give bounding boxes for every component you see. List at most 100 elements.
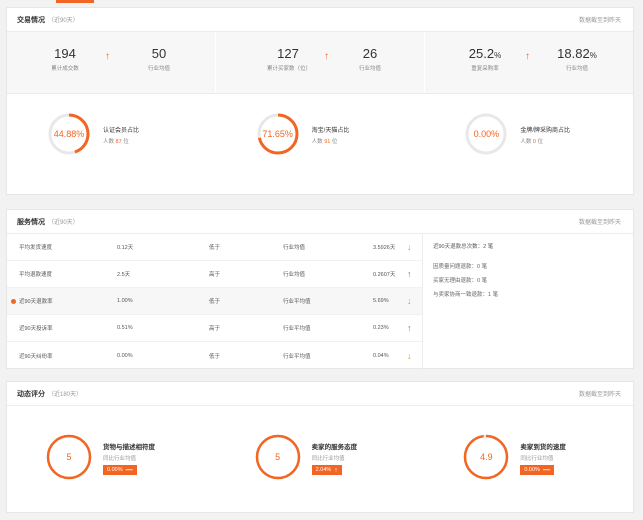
score-sub: 同比行业均值 bbox=[520, 456, 554, 462]
trade-rings: 44.88% 认证会员占比 人数 87 位 71.65% 淘宝/天猫占比 人数 … bbox=[7, 94, 633, 190]
row-ref-value: 0.04% bbox=[373, 352, 389, 359]
table-row: 平均退款速度 2.5天 高于 行业均值 0.2607天 ↑ bbox=[7, 261, 422, 288]
stat-compare-unit: % bbox=[589, 51, 597, 60]
row-value: 0.00% bbox=[117, 352, 133, 359]
ring-title: 淘宝/天猫占比 bbox=[311, 128, 350, 134]
ring-sub-prefix: 人数 bbox=[103, 139, 115, 145]
rating-scores: 5 货物与描述相符度 同比行业均值 0.00% — 5 卖家的服务态度 同比行业均… bbox=[7, 406, 633, 512]
row-ref: 行业平均值 bbox=[283, 299, 311, 305]
arrow-up-icon: ↑ bbox=[407, 269, 412, 279]
table-row: 平均发货速度 0.12天 低于 行业均值 3.5926天 ↓ bbox=[7, 234, 422, 261]
stat-value: 25.2% bbox=[455, 46, 515, 61]
row-ref-value: 3.5926天 bbox=[373, 245, 396, 251]
stat-compare-label: 行业均值 bbox=[358, 66, 381, 72]
service-title: 服务情况 bbox=[17, 218, 45, 226]
trade-title: 交易情况 bbox=[17, 16, 45, 24]
ring-sub-value: 0 bbox=[532, 139, 536, 145]
row-ref: 行业均值 bbox=[283, 272, 306, 278]
ring-value: 71.65% bbox=[262, 129, 293, 139]
arrow-down-icon: ↓ bbox=[407, 350, 412, 361]
stat-value: 127 bbox=[277, 46, 299, 61]
score-title: 卖家到货的速度 bbox=[520, 444, 566, 451]
ring-title: 认证会员占比 bbox=[103, 128, 140, 134]
row-ref: 行业平均值 bbox=[283, 326, 311, 332]
row-compare: 低于 bbox=[209, 353, 221, 360]
row-ref: 行业平均值 bbox=[283, 353, 311, 360]
arrow-up-icon: ↑ bbox=[105, 51, 110, 62]
score-title: 卖家的服务态度 bbox=[311, 444, 358, 451]
ring-sub-suffix: 位 bbox=[331, 139, 338, 145]
ring-sub: 人数 0 位 bbox=[520, 137, 543, 145]
stat-buyers: 127 累计买家数（位） ↑ 26 行业均值 bbox=[216, 32, 425, 93]
stat-label: 重复采购率 bbox=[471, 66, 499, 72]
refund-negotiated: 与卖家协商一致退款：1 笔 bbox=[433, 292, 499, 298]
service-note: 数据截至到昨天 bbox=[578, 220, 621, 226]
score-value: 5 bbox=[275, 452, 281, 462]
table-row: 近90天投诉率 0.51% 高于 行业平均值 0.23% ↑ bbox=[7, 315, 422, 342]
stat-label: 累计买家数（位） bbox=[266, 66, 311, 72]
service-subtitle: （近90天） bbox=[48, 220, 79, 226]
score-description-match: 5 货物与描述相符度 同比行业均值 0.00% — bbox=[7, 406, 216, 512]
stat-compare-number: 18.82 bbox=[557, 46, 590, 61]
service-panel: 服务情况 （近90天） 数据截至到昨天 平均发货速度 0.12天 低于 行业均值… bbox=[6, 209, 634, 369]
service-header: 服务情况 （近90天） 数据截至到昨天 bbox=[7, 210, 633, 234]
badge-value: 2.04% bbox=[315, 467, 332, 473]
refund-quality: 因质量问题退款：0 笔 bbox=[433, 264, 488, 270]
refund-summary: 近90天退款总次数：2 笔 因质量问题退款：0 笔 买家无理由退款：0 笔 与卖… bbox=[423, 234, 633, 369]
ring-sub-value: 87 bbox=[115, 139, 122, 145]
stat-transactions: 194 累计成交数 ↑ 50 行业均值 bbox=[7, 32, 216, 93]
badge-value: 0.00% bbox=[107, 467, 123, 473]
score-value: 4.9 bbox=[480, 452, 493, 462]
ring-sub-prefix: 人数 bbox=[520, 139, 532, 145]
score-sub: 同比行业均值 bbox=[103, 456, 137, 462]
row-compare: 低于 bbox=[209, 245, 221, 251]
stat-value-number: 25.2 bbox=[468, 46, 495, 61]
service-body: 平均发货速度 0.12天 低于 行业均值 3.5926天 ↓ 平均退款速度 2.… bbox=[7, 234, 633, 369]
arrow-down-icon: ↓ bbox=[407, 242, 412, 252]
row-ref-value: 5.69% bbox=[373, 298, 389, 304]
stat-value: 194 bbox=[54, 46, 76, 61]
arrow-up-icon: ↑ bbox=[334, 466, 338, 474]
refund-total: 近90天退款总次数：2 笔 bbox=[433, 244, 494, 250]
table-row-selected[interactable]: 近90天退款率 1.00% 低于 行业平均值 5.69% ↓ bbox=[7, 288, 422, 315]
stat-compare-value: 26 bbox=[362, 46, 378, 61]
row-value: 0.12天 bbox=[117, 245, 134, 251]
ring-sub-suffix: 位 bbox=[123, 139, 129, 145]
dash-icon: — bbox=[125, 466, 133, 474]
row-value: 1.00% bbox=[117, 298, 133, 304]
score-service-attitude: 5 卖家的服务态度 同比行业均值 2.04% ↑ bbox=[216, 406, 425, 512]
score-sub: 同比行业均值 bbox=[311, 456, 345, 462]
trade-stats: 194 累计成交数 ↑ 50 行业均值 127 累计买家数（位） ↑ 26 行业… bbox=[7, 32, 633, 94]
row-compare: 高于 bbox=[209, 326, 221, 332]
arrow-down-icon: ↓ bbox=[407, 296, 412, 306]
score-badge: 0.00% — bbox=[103, 465, 137, 475]
selected-dot-icon bbox=[11, 299, 16, 304]
active-tab-indicator bbox=[56, 0, 94, 3]
rating-note: 数据截至到昨天 bbox=[578, 392, 621, 398]
ring-sub: 人数 91 位 bbox=[312, 137, 338, 145]
score-badge: 2.04% ↑ bbox=[311, 465, 342, 475]
ring-value: 0.00% bbox=[473, 129, 500, 139]
row-compare: 高于 bbox=[209, 272, 221, 278]
row-value: 0.51% bbox=[117, 325, 133, 331]
row-name: 近90天纠纷率 bbox=[19, 353, 53, 360]
stat-compare-label: 行业均值 bbox=[147, 66, 170, 72]
rating-subtitle: （近180天） bbox=[48, 392, 83, 398]
rating-title: 动态评分 bbox=[17, 390, 45, 398]
score-delivery-speed: 4.9 卖家到货的速度 同比行业均值 0.00% — bbox=[424, 406, 633, 512]
service-table: 平均发货速度 0.12天 低于 行业均值 3.5926天 ↓ 平均退款速度 2.… bbox=[7, 234, 423, 369]
stat-compare-label: 行业均值 bbox=[565, 66, 588, 72]
stat-value-unit: % bbox=[494, 51, 502, 60]
row-name: 平均发货速度 bbox=[19, 245, 53, 251]
score-title: 货物与描述相符度 bbox=[103, 444, 155, 451]
score-badge: 0.00% — bbox=[520, 465, 554, 475]
row-name: 平均退款速度 bbox=[19, 272, 53, 278]
rating-panel: 动态评分 （近180天） 数据截至到昨天 5 货物与描述相符度 同比行业均值 0… bbox=[6, 381, 634, 513]
trade-panel: 交易情况 （近90天） 数据截至到昨天 194 累计成交数 ↑ 50 行业均值 … bbox=[6, 7, 634, 195]
row-ref: 行业均值 bbox=[283, 245, 306, 251]
ring-gold-buyers: 0.00% 金牌/牌采购商占比 人数 0 位 bbox=[424, 94, 633, 190]
stat-repurchase: 25.2% 重复采购率 ↑ 18.82% 行业均值 bbox=[425, 32, 633, 93]
rating-header: 动态评分 （近180天） 数据截至到昨天 bbox=[7, 382, 633, 406]
trade-header: 交易情况 （近90天） 数据截至到昨天 bbox=[7, 8, 633, 32]
stat-compare-value: 18.82% bbox=[541, 46, 613, 61]
